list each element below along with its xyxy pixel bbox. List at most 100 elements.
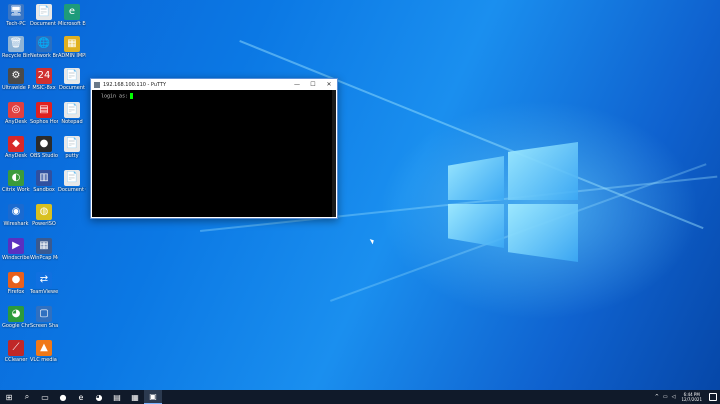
desktop: 🖥Tech-PC📄Document - CopyeMicrosoft Edge 🗑…	[0, 0, 720, 390]
desktop-icon[interactable]: ◉ Wireshark	[2, 204, 30, 236]
app-icon: ⇄	[36, 272, 52, 288]
desktop-icon-label: Sophos Home	[30, 119, 58, 125]
desktop-icon[interactable]: ⟋ CCleaner	[2, 340, 30, 372]
volume-icon[interactable]: ◁	[672, 394, 676, 400]
app-icon: ◉	[8, 204, 24, 220]
desktop-icon-label: MSIC-8xx	[32, 85, 56, 91]
desktop-icon-label: AnyDesk	[5, 153, 27, 159]
taskbar-chrome-button[interactable]: ◕	[90, 390, 108, 404]
app-icon: 🌐	[36, 36, 52, 52]
desktop-icon[interactable]: 📄Document - Copy	[30, 4, 58, 36]
desktop-icon[interactable]: ● OBS Studio	[30, 136, 58, 168]
app-icon: ▤	[36, 102, 52, 118]
logo-pane	[448, 204, 504, 248]
desktop-icon[interactable]: ● Firefox	[2, 272, 30, 304]
desktop-icon-label: PowerISO	[32, 221, 56, 227]
taskbar-edge-button[interactable]: e	[72, 390, 90, 404]
desktop-icon-label: Screen Share	[30, 323, 58, 329]
desktop-icon[interactable]: ▥ Sandbox	[30, 170, 58, 202]
desktop-icon[interactable]: ◐Citrix Workspace	[2, 170, 30, 202]
start-button[interactable]: ⊞	[0, 390, 18, 404]
text-cursor	[130, 93, 134, 99]
close-button[interactable]: ✕	[321, 81, 337, 88]
app-icon: 24	[36, 68, 52, 84]
desktop-icon-label: putty	[65, 153, 79, 159]
clock[interactable]: 6:44 PM 12/7/2021	[681, 392, 702, 402]
desktop-icon[interactable]: 🖥 Tech-PC	[2, 4, 30, 36]
desktop-icon-label: Sandbox	[33, 187, 55, 193]
app-icon: ◎	[8, 102, 24, 118]
desktop-icon-label: ADMIN IMPRESSIONS	[58, 53, 86, 59]
desktop-icon-label: OBS Studio	[30, 153, 58, 159]
desktop-icon[interactable]: 📄 Notepad	[58, 102, 86, 134]
desktop-icon-label: Windscribe Video Converter	[2, 255, 30, 261]
clock-date: 12/7/2021	[681, 397, 702, 402]
login-prompt: login as:	[101, 93, 129, 100]
putty-window[interactable]: 192.168.100.110 - PuTTY — ☐ ✕ login as:	[90, 78, 338, 219]
desktop-icon[interactable]: ▤Sophos Home	[30, 102, 58, 134]
desktop-icon[interactable]: ▦WinPcap Monitor	[30, 238, 58, 270]
logo-pane	[508, 142, 578, 200]
desktop-icon[interactable]: eMicrosoft Edge	[58, 4, 86, 36]
taskbar: ⊞ ⌕ ▭ ● e ◕ ▤ ▦ ▣ ^ ▭ ◁ 6:44 PM 12/7/2021	[0, 390, 720, 404]
desktop-icon-label: Recycle Bin	[2, 53, 30, 59]
terminal-scrollbar[interactable]	[332, 90, 336, 217]
desktop-icon-label: VLC media player	[30, 357, 58, 363]
app-icon: 🖥	[8, 4, 24, 20]
logo-pane	[448, 156, 504, 200]
app-icon: ◍	[36, 204, 52, 220]
desktop-icon[interactable]: ▢Screen Share	[30, 306, 58, 338]
desktop-icon-label: Microsoft Edge	[58, 21, 86, 27]
system-tray: ^ ▭ ◁ 6:44 PM 12/7/2021	[653, 390, 720, 404]
desktop-icon[interactable]: ⇄ TeamViewer	[30, 272, 58, 304]
taskbar-file-explorer-button[interactable]: ▤	[108, 390, 126, 404]
taskbar-store-button[interactable]: ▦	[126, 390, 144, 404]
desktop-icon-label: Google Chrome	[2, 323, 30, 329]
app-icon: ⟋	[8, 340, 24, 356]
desktop-icon[interactable]: 📄 putty	[58, 136, 86, 168]
taskbar-items: ⌕ ▭ ● e ◕ ▤ ▦ ▣	[18, 390, 162, 404]
desktop-icon[interactable]: ◍ PowerISO	[30, 204, 58, 236]
taskbar-task-view-button[interactable]: ▭	[36, 390, 54, 404]
desktop-icon[interactable]: 🌐Network Broadcaster	[30, 36, 58, 68]
app-icon: ●	[36, 136, 52, 152]
taskbar-putty-button[interactable]: ▣	[144, 390, 162, 404]
desktop-icon[interactable]: ◆ AnyDesk	[2, 136, 30, 168]
desktop-icon-label: Notepad	[61, 119, 83, 125]
desktop-icon-label: Firefox	[7, 289, 25, 295]
putty-title: 192.168.100.110 - PuTTY	[103, 81, 167, 88]
taskbar-firefox-button[interactable]: ●	[54, 390, 72, 404]
maximize-button[interactable]: ☐	[305, 81, 321, 88]
desktop-icon[interactable]: ◎ AnyDesk	[2, 102, 30, 134]
putty-app-icon	[94, 81, 100, 88]
app-icon: ▦	[36, 238, 52, 254]
desktop-icon[interactable]: ◕Google Chrome	[2, 306, 30, 338]
app-icon: 📄	[64, 170, 80, 186]
app-icon: ▦	[64, 36, 80, 52]
notification-icon[interactable]	[709, 393, 717, 401]
app-icon: ▢	[36, 306, 52, 322]
desktop-icon-label: Document Online	[58, 187, 86, 193]
network-icon[interactable]: ▭	[663, 394, 668, 400]
desktop-icon[interactable]: 📄 Document	[58, 68, 86, 100]
desktop-icon[interactable]: 24 MSIC-8xx	[30, 68, 58, 100]
app-icon: ◕	[8, 306, 24, 322]
desktop-icon-label: Wireshark	[3, 221, 29, 227]
desktop-icon[interactable]: 📄Document Online	[58, 170, 86, 202]
terminal-area[interactable]: login as:	[92, 90, 336, 217]
desktop-icon[interactable]: ⚙Ultrawide Profile	[2, 68, 30, 100]
app-icon: ▲	[36, 340, 52, 356]
desktop-icon-label: CCleaner	[4, 357, 28, 363]
app-icon: 📄	[64, 102, 80, 118]
tray-caret-icon[interactable]: ^	[655, 394, 659, 400]
app-icon: 📄	[36, 4, 52, 20]
desktop-icon[interactable]: 🗑 Recycle Bin	[2, 36, 30, 68]
putty-titlebar[interactable]: 192.168.100.110 - PuTTY — ☐ ✕	[91, 79, 337, 90]
taskbar-search-button[interactable]: ⌕	[18, 390, 36, 404]
windows-logo	[448, 142, 578, 262]
minimize-button[interactable]: —	[289, 81, 305, 88]
desktop-icon[interactable]: ▲VLC media player	[30, 340, 58, 372]
desktop-icon[interactable]: ▦ADMIN IMPRESSIONS	[58, 36, 86, 68]
app-icon: ◆	[8, 136, 24, 152]
desktop-icon[interactable]: ▶Windscribe Video Converter	[2, 238, 30, 270]
